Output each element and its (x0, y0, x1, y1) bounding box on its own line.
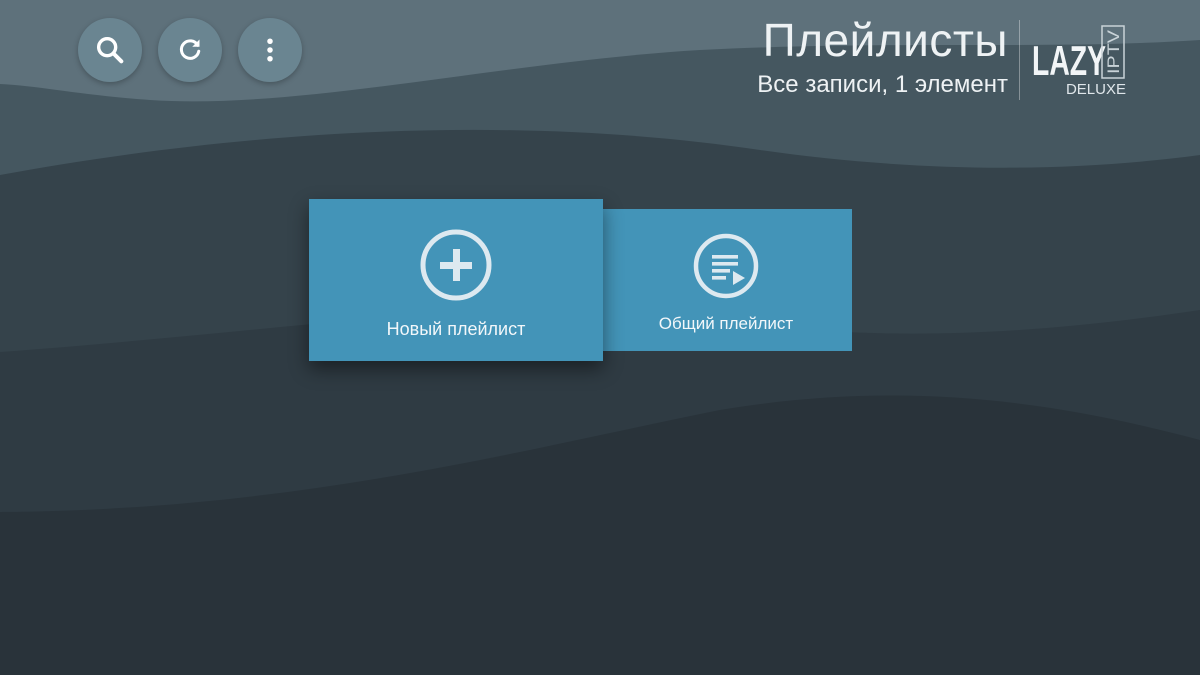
playlists-screen: Плейлисты Все записи, 1 элемент LAZY IPT… (0, 0, 1200, 675)
logo-main-text: LAZY (1032, 37, 1106, 84)
shared-playlist-label: Общий плейлист (658, 314, 794, 333)
page-subtitle: Все записи, 1 элемент (757, 71, 1008, 98)
search-icon (96, 36, 124, 64)
new-playlist-label: Новый плейлист (386, 319, 526, 339)
refresh-icon (179, 39, 201, 60)
logo-sub-text: DELUXE (1066, 81, 1126, 98)
add-circle-icon (420, 229, 492, 301)
page-header: Плейлисты Все записи, 1 элемент (757, 14, 1008, 100)
search-button[interactable] (78, 18, 142, 82)
shared-playlist-tile[interactable]: Общий плейлист (600, 209, 852, 351)
more-options-button[interactable] (238, 18, 302, 82)
header-divider (1019, 20, 1020, 100)
app-logo: LAZY IPTV DELUXE (1032, 25, 1126, 98)
more-vertical-icon (267, 38, 273, 62)
toolbar (78, 18, 302, 82)
new-playlist-tile[interactable]: Новый плейлист (309, 199, 603, 361)
logo-vertical-text: IPTV (1104, 29, 1123, 74)
page-title: Плейлисты (762, 14, 1008, 66)
refresh-button[interactable] (158, 18, 222, 82)
playlist-play-icon (693, 233, 759, 299)
